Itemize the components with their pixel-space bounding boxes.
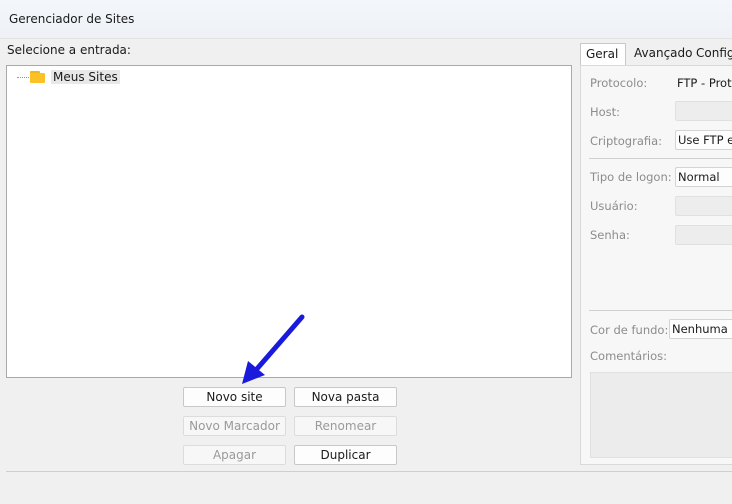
protocol-label: Protocolo: (590, 76, 648, 90)
encryption-label: Criptografia: (590, 134, 663, 148)
host-label: Host: (590, 105, 621, 119)
tree-item-label: Meus Sites (51, 70, 120, 84)
comments-textarea[interactable] (590, 372, 732, 458)
delete-button[interactable]: Apagar (183, 445, 286, 465)
title-bar: Gerenciador de Sites (0, 0, 732, 39)
logon-type-label: Tipo de logon: (590, 170, 672, 184)
new-folder-button[interactable]: Nova pasta (294, 387, 397, 407)
window-title: Gerenciador de Sites (9, 12, 135, 26)
site-tree[interactable]: Meus Sites (6, 65, 572, 378)
encryption-select[interactable]: Use FTP ex (675, 130, 732, 150)
divider (589, 310, 732, 311)
divider (589, 158, 732, 159)
comments-label: Comentários: (590, 349, 668, 363)
background-color-select[interactable]: Nenhuma (669, 319, 732, 339)
tab-transfer-settings[interactable]: Config (691, 43, 732, 65)
select-entry-label: Selecione a entrada: (7, 43, 131, 57)
user-label: Usuário: (590, 199, 638, 213)
host-input[interactable] (675, 101, 732, 121)
tree-connector (17, 76, 29, 78)
site-settings-panel: Protocolo: FTP - Proto Host: Criptografi… (580, 65, 732, 465)
footer-divider (6, 471, 732, 472)
rename-button[interactable]: Renomear (294, 416, 397, 436)
password-label: Senha: (590, 228, 630, 242)
tree-item-my-sites[interactable]: Meus Sites (17, 68, 120, 86)
password-input[interactable] (675, 225, 732, 245)
new-bookmark-button[interactable]: Novo Marcador (183, 416, 286, 436)
folder-icon (30, 71, 45, 83)
tab-general[interactable]: Geral (580, 43, 626, 65)
background-color-label: Cor de fundo: (590, 323, 669, 337)
protocol-select[interactable]: FTP - Proto (677, 76, 732, 90)
duplicate-button[interactable]: Duplicar (294, 445, 397, 465)
new-site-button[interactable]: Novo site (183, 387, 286, 407)
logon-type-select[interactable]: Normal (675, 167, 732, 187)
user-input[interactable] (675, 196, 732, 216)
tab-advanced[interactable]: Avançado (629, 43, 697, 65)
